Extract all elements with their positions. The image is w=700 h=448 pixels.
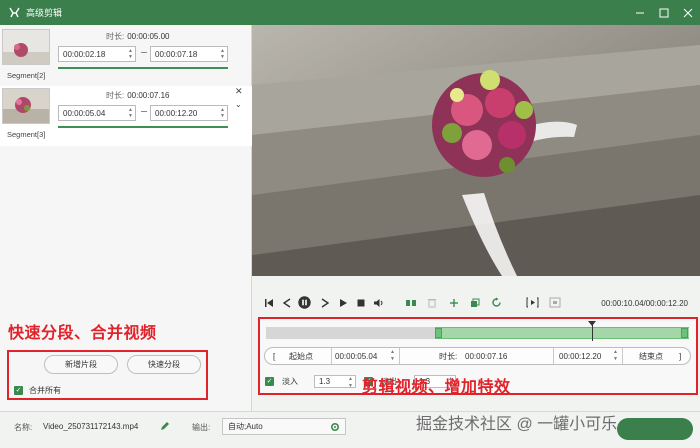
end-bracket-icon: ]: [679, 351, 682, 361]
segment-label: Segment[2]: [7, 71, 46, 80]
trim-end-handle[interactable]: [681, 328, 688, 338]
volume-icon[interactable]: [372, 296, 385, 309]
gear-icon[interactable]: [330, 422, 340, 434]
output-label: 输出:: [192, 423, 211, 432]
quick-split-button[interactable]: 快速分段: [127, 355, 201, 374]
segment-thumbnail: [2, 88, 50, 124]
close-icon[interactable]: [676, 0, 700, 25]
duration-label: 时长:: [106, 32, 125, 41]
watermark-text: 掘金技术社区 @ 一罐小可乐: [416, 416, 618, 433]
copy-icon[interactable]: [468, 296, 481, 309]
end-stepper-icon[interactable]: ▲ ▼: [220, 47, 225, 61]
export-button[interactable]: [617, 418, 693, 440]
trim-timeline[interactable]: [266, 321, 689, 341]
range-dash: [141, 52, 147, 53]
segment-duration: 00:00:07.16: [127, 91, 170, 100]
playback-time-readout: 00:00:10.04/00:00:12.20: [601, 299, 688, 308]
title-bar: 高级剪辑: [0, 0, 700, 25]
pause-button-icon[interactable]: [298, 296, 311, 309]
start-stepper-icon[interactable]: ▲ ▼: [128, 106, 133, 120]
start-time-stepper-icon[interactable]: ▲ ▼: [390, 349, 395, 363]
playhead-line[interactable]: [591, 323, 593, 341]
app-logo-icon: [7, 6, 21, 20]
mark-in-out-icon[interactable]: [526, 296, 539, 309]
segment-label: Segment[3]: [7, 130, 46, 139]
trim-selection[interactable]: [435, 327, 689, 339]
fade-in-label: 淡入: [282, 377, 298, 386]
edit-name-icon[interactable]: [160, 421, 170, 433]
duration-label: 时长:: [106, 91, 125, 100]
split-icon[interactable]: [404, 296, 417, 309]
player-controls: 00:00:10.04/00:00:12.20: [252, 290, 700, 316]
quick-split-box: 新增片段 快速分段 ✓ 合并所有: [7, 350, 208, 400]
add-icon[interactable]: [447, 296, 460, 309]
separator: [331, 348, 332, 364]
skip-to-start-icon[interactable]: [262, 296, 275, 309]
edit-controls-box: [ 起始点 00:00:05.04 ▲ ▼ 时长: 00:00:07.16 00:…: [258, 317, 698, 396]
separator: [553, 348, 554, 364]
chevron-down-icon[interactable]: ⌄: [235, 100, 242, 109]
segment-thumbnail: [2, 29, 50, 65]
start-time-input[interactable]: 00:00:05.04: [335, 348, 377, 364]
quick-annotation-text: 快速分段、合并视频: [8, 325, 157, 342]
trim-duration-label: 时长:: [439, 351, 458, 361]
separator: [399, 348, 400, 364]
segment-end-input[interactable]: 00:00:12.20 ▲ ▼: [150, 105, 228, 121]
check-icon: ✓: [14, 386, 23, 395]
trim-duration-value: 00:00:07.16: [465, 351, 508, 361]
trim-start-handle[interactable]: [435, 328, 443, 338]
merge-all-label: 合并所有: [29, 386, 61, 395]
close-segment-icon[interactable]: ✕: [235, 86, 243, 97]
video-preview[interactable]: [252, 25, 700, 276]
check-icon: ✓: [265, 377, 274, 386]
merge-all-checkbox[interactable]: ✓ 合并所有: [14, 385, 61, 396]
fade-in-input[interactable]: 1.3 ▲ ▼: [314, 375, 356, 390]
output-format-select[interactable]: 自动;Auto: [222, 418, 346, 435]
segment-item[interactable]: Segment[2] 时长: 00:00:05.00 00:00:02.18 ▲ ▼…: [0, 27, 252, 87]
video-frame-image: [252, 25, 700, 276]
fade-in-stepper-icon[interactable]: ▲ ▼: [348, 376, 353, 390]
add-segment-button[interactable]: 新增片段: [44, 355, 118, 374]
reset-icon[interactable]: [490, 296, 503, 309]
window-title: 高级剪辑: [26, 8, 63, 18]
edit-annotation-text: 剪辑视频、增加特效: [362, 379, 511, 396]
end-stepper-icon[interactable]: ▲ ▼: [220, 106, 225, 120]
start-bracket-icon: [: [273, 351, 276, 361]
range-dash: [141, 111, 147, 112]
set-start-point-button[interactable]: 起始点: [289, 348, 313, 364]
segment-progress-fill: [58, 126, 228, 128]
segment-end-input[interactable]: 00:00:07.18 ▲ ▼: [150, 46, 228, 62]
separator: [622, 348, 623, 364]
previous-frame-icon[interactable]: [280, 296, 293, 309]
next-frame-icon[interactable]: [318, 296, 331, 309]
end-time-input[interactable]: 00:00:12.20: [559, 348, 601, 364]
delete-icon[interactable]: [425, 296, 438, 309]
segment-start-input[interactable]: 00:00:02.18 ▲ ▼: [58, 46, 136, 62]
trim-settings-bar: [ 起始点 00:00:05.04 ▲ ▼ 时长: 00:00:07.16 00:…: [264, 347, 691, 365]
segment-item-selected[interactable]: Segment[3] 时长: 00:00:07.16 00:00:05.04 ▲ ▼…: [0, 86, 252, 146]
fade-in-checkbox[interactable]: ✓ 淡入: [265, 376, 298, 387]
segment-progress-fill: [58, 67, 228, 69]
start-stepper-icon[interactable]: ▲ ▼: [128, 47, 133, 61]
name-label: 名称:: [14, 423, 33, 432]
play-icon[interactable]: [336, 296, 349, 309]
segment-duration: 00:00:05.00: [127, 32, 170, 41]
end-time-stepper-icon[interactable]: ▲ ▼: [613, 349, 618, 363]
snapshot-icon[interactable]: [548, 296, 561, 309]
stop-icon[interactable]: [354, 296, 367, 309]
maximize-icon[interactable]: [652, 0, 676, 25]
set-end-point-button[interactable]: 结束点: [639, 348, 663, 364]
output-file-name[interactable]: Video_250731172143.mp4: [43, 422, 138, 431]
minimize-icon[interactable]: [628, 0, 652, 25]
segment-start-input[interactable]: 00:00:05.04 ▲ ▼: [58, 105, 136, 121]
